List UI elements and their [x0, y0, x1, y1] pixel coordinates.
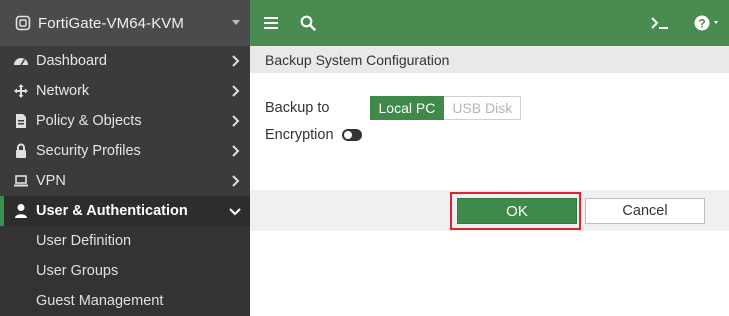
- sidebar-item-label: User & Authentication: [36, 203, 188, 219]
- laptop-icon: [12, 173, 30, 189]
- sidebar: FortiGate-VM64-KVM Dashboard Network Pol…: [0, 0, 250, 316]
- sidebar-item-label: Security Profiles: [36, 143, 141, 159]
- encryption-row: Encryption: [265, 127, 362, 143]
- chevron-down-icon: [229, 208, 241, 216]
- usb-disk-option[interactable]: USB Disk: [444, 96, 522, 120]
- local-pc-option[interactable]: Local PC: [369, 96, 445, 120]
- sidebar-item-user-authentication[interactable]: User & Authentication: [0, 196, 250, 226]
- chevron-right-icon: [232, 55, 240, 67]
- device-selector[interactable]: FortiGate-VM64-KVM: [0, 0, 250, 46]
- backup-destination-selector: Local PC USB Disk: [369, 96, 522, 120]
- encryption-toggle[interactable]: [341, 129, 362, 141]
- backup-to-label: Backup to: [265, 100, 330, 116]
- chevron-right-icon: [232, 85, 240, 97]
- sidebar-item-dashboard[interactable]: Dashboard: [0, 46, 250, 76]
- svg-text:?: ?: [698, 17, 705, 31]
- ok-button[interactable]: OK: [457, 198, 577, 224]
- policy-icon: [12, 113, 30, 129]
- sidebar-item-security-profiles[interactable]: Security Profiles: [0, 136, 250, 166]
- backup-to-row: Backup to Local PC USB Disk: [265, 96, 522, 120]
- chevron-right-icon: [232, 175, 240, 187]
- search-icon[interactable]: [300, 14, 316, 32]
- dialog-footer: OK Cancel: [250, 190, 729, 231]
- sidebar-item-label: VPN: [36, 173, 66, 189]
- chevron-right-icon: [232, 115, 240, 127]
- toggle-knob: [343, 131, 352, 139]
- encryption-label: Encryption: [265, 127, 334, 143]
- user-icon: [12, 203, 30, 219]
- sidebar-item-label: Network: [36, 83, 90, 99]
- main-panel: Backup System Configuration Backup to Lo…: [250, 46, 729, 316]
- menu-icon[interactable]: [264, 14, 278, 32]
- sidebar-subitem-user-groups[interactable]: User Groups: [0, 256, 250, 286]
- dashboard-icon: [12, 53, 30, 69]
- top-bar: ?: [250, 0, 729, 46]
- help-icon[interactable]: ?: [694, 14, 722, 32]
- sidebar-subitem-guest-management[interactable]: Guest Management: [0, 286, 250, 316]
- sidebar-item-policy-objects[interactable]: Policy & Objects: [0, 106, 250, 136]
- device-icon: [14, 14, 32, 32]
- fortigate-app: FortiGate-VM64-KVM Dashboard Network Pol…: [0, 0, 729, 316]
- sidebar-subitem-user-definition[interactable]: User Definition: [0, 226, 250, 256]
- panel-title: Backup System Configuration: [250, 46, 729, 73]
- sidebar-item-label: Dashboard: [36, 53, 107, 69]
- sidebar-item-network[interactable]: Network: [0, 76, 250, 106]
- chevron-down-icon: [232, 20, 240, 25]
- network-icon: [12, 83, 30, 99]
- device-title: FortiGate-VM64-KVM: [38, 14, 184, 32]
- sidebar-item-label: Policy & Objects: [36, 113, 142, 129]
- chevron-right-icon: [232, 145, 240, 157]
- terminal-icon[interactable]: [650, 14, 670, 32]
- cancel-button[interactable]: Cancel: [585, 198, 705, 224]
- sidebar-nav: Dashboard Network Policy & Objects Secur…: [0, 46, 250, 316]
- sidebar-item-vpn[interactable]: VPN: [0, 166, 250, 196]
- lock-icon: [12, 143, 30, 159]
